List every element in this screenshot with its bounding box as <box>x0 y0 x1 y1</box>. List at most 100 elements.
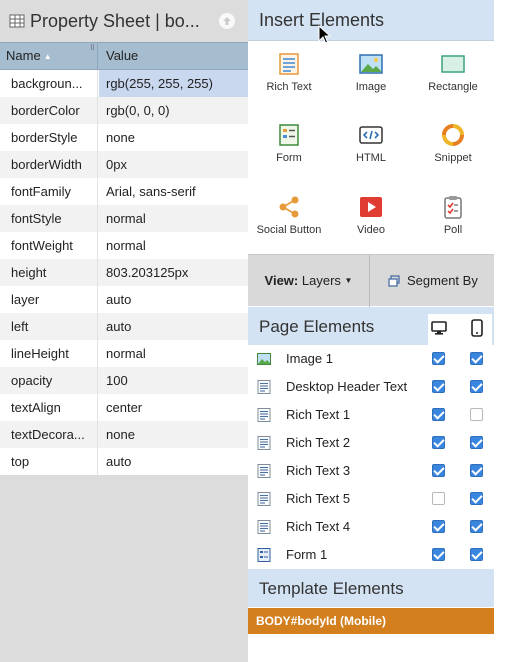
insert-tile-social-button[interactable]: Social Button <box>248 185 330 255</box>
property-row[interactable]: fontWeight normal <box>0 232 248 259</box>
insert-tile-snippet[interactable]: Snippet <box>412 113 494 183</box>
insert-tile-rectangle[interactable]: Rectangle <box>412 42 494 112</box>
page-element-row[interactable]: Image 1 <box>248 345 494 373</box>
collapse-arrow-icon[interactable] <box>219 13 235 29</box>
desktop-visibility-checkbox[interactable] <box>432 436 445 449</box>
property-row[interactable]: lineHeight normal <box>0 340 248 367</box>
property-table-body: backgroun... rgb(255, 255, 255) borderColo… <box>0 70 248 475</box>
property-name: top <box>0 448 98 475</box>
property-row[interactable]: textAlign center <box>0 394 248 421</box>
insert-tile-poll[interactable]: Poll <box>412 185 494 255</box>
property-row[interactable]: left auto <box>0 313 248 340</box>
segment-by-button[interactable]: Segment By <box>371 255 494 307</box>
page-element-row[interactable]: Rich Text 4 <box>248 513 494 541</box>
desktop-visibility-checkbox[interactable] <box>432 464 445 477</box>
insert-tile-label: Social Button <box>256 224 322 236</box>
insert-tile-label: Image <box>355 81 387 93</box>
property-value[interactable]: auto <box>99 313 248 340</box>
property-value[interactable]: auto <box>99 448 248 475</box>
mobile-visibility-checkbox[interactable] <box>470 380 483 393</box>
desktop-visibility-checkbox[interactable] <box>432 520 445 533</box>
page-element-label: Rich Text 4 <box>286 519 351 534</box>
page-element-label: Form 1 <box>286 547 328 562</box>
template-list-empty-area <box>248 634 494 662</box>
device-columns <box>428 314 492 345</box>
property-row[interactable]: textDecora... none <box>0 421 248 448</box>
mobile-visibility-checkbox[interactable] <box>470 520 483 533</box>
social-button-icon <box>277 195 301 219</box>
property-row[interactable]: layer auto <box>0 286 248 313</box>
insert-tile-image[interactable]: Image <box>330 42 412 112</box>
property-value[interactable]: normal <box>99 340 248 367</box>
property-row[interactable]: borderWidth 0px <box>0 151 248 178</box>
property-value[interactable]: none <box>99 421 248 448</box>
desktop-visibility-checkbox[interactable] <box>432 380 445 393</box>
sort-ascending-icon: ▲ <box>43 52 52 61</box>
property-value[interactable]: 0px <box>99 151 248 178</box>
property-value[interactable]: 803.203125px <box>99 259 248 286</box>
property-value[interactable]: rgb(255, 255, 255) <box>99 70 248 97</box>
desktop-visibility-checkbox[interactable] <box>432 408 445 421</box>
property-value[interactable]: none <box>99 124 248 151</box>
view-prefix-label: View: <box>264 273 299 288</box>
property-value[interactable]: center <box>99 394 248 421</box>
desktop-visibility-checkbox[interactable] <box>432 352 445 365</box>
page-element-label: Rich Text 3 <box>286 463 351 478</box>
insert-elements-header: Insert Elements <box>248 0 494 41</box>
insert-tile-html[interactable]: HTML <box>330 113 412 183</box>
mobile-visibility-checkbox[interactable] <box>470 436 483 449</box>
view-dropdown[interactable]: View: Layers ▼ <box>248 255 370 307</box>
insert-tile-label: Poll <box>443 224 463 236</box>
property-value[interactable]: 100 <box>99 367 248 394</box>
page-element-label: Desktop Header Text <box>286 379 408 394</box>
mobile-visibility-checkbox[interactable] <box>470 408 483 421</box>
property-row[interactable]: borderStyle none <box>0 124 248 151</box>
property-row[interactable]: borderColor rgb(0, 0, 0) <box>0 97 248 124</box>
property-row[interactable]: backgroun... rgb(255, 255, 255) <box>0 70 248 97</box>
template-body-row[interactable]: BODY#bodyId (Mobile) <box>248 608 494 634</box>
property-row[interactable]: opacity 100 <box>0 367 248 394</box>
form-icon <box>257 548 271 562</box>
property-value[interactable]: Arial, sans-serif <box>99 178 248 205</box>
property-name: borderWidth <box>0 151 98 178</box>
insert-tile-rich-text[interactable]: Rich Text <box>248 42 330 112</box>
property-value[interactable]: normal <box>99 232 248 259</box>
desktop-visibility-checkbox[interactable] <box>432 548 445 561</box>
mobile-visibility-checkbox[interactable] <box>470 492 483 505</box>
mobile-visibility-checkbox[interactable] <box>470 548 483 561</box>
insert-tile-form[interactable]: Form <box>248 113 330 183</box>
property-row[interactable]: top auto <box>0 448 248 475</box>
desktop-icon[interactable] <box>431 320 447 336</box>
segment-icon <box>388 275 400 287</box>
property-row[interactable]: fontFamily Arial, sans-serif <box>0 178 248 205</box>
insert-tile-label: Snippet <box>434 152 472 164</box>
property-value[interactable]: normal <box>99 205 248 232</box>
mobile-icon[interactable] <box>471 319 483 337</box>
insert-tile-video[interactable]: Video <box>330 185 412 255</box>
name-column-label: Name <box>6 48 41 63</box>
page-element-row[interactable]: Rich Text 1 <box>248 401 494 429</box>
column-menu-icon[interactable]: ⠿ <box>90 45 95 52</box>
name-column-header[interactable]: Name ▲ ⠿ <box>0 43 98 69</box>
grid-icon <box>9 14 25 28</box>
mobile-visibility-checkbox[interactable] <box>470 352 483 365</box>
text-icon <box>257 436 271 450</box>
property-row[interactable]: fontStyle normal <box>0 205 248 232</box>
page-element-label: Rich Text 5 <box>286 491 351 506</box>
property-sheet-panel: Property Sheet | bo... Name ▲ ⠿ Value bac… <box>0 0 248 662</box>
property-value[interactable]: auto <box>99 286 248 313</box>
page-element-row[interactable]: Rich Text 2 <box>248 429 494 457</box>
page-element-label: Rich Text 2 <box>286 435 351 450</box>
page-element-row[interactable]: Rich Text 3 <box>248 457 494 485</box>
property-sheet-header: Property Sheet | bo... <box>0 0 248 42</box>
mobile-visibility-checkbox[interactable] <box>470 464 483 477</box>
page-element-row[interactable]: Form 1 <box>248 541 494 569</box>
page-element-row[interactable]: Desktop Header Text <box>248 373 494 401</box>
template-elements-header: Template Elements <box>248 569 494 607</box>
property-value[interactable]: rgb(0, 0, 0) <box>99 97 248 124</box>
page-element-row[interactable]: Rich Text 5 <box>248 485 494 513</box>
desktop-visibility-checkbox[interactable] <box>432 492 445 505</box>
property-row[interactable]: height 803.203125px <box>0 259 248 286</box>
rich-text-icon <box>277 52 301 76</box>
value-column-header[interactable]: Value <box>99 43 248 69</box>
